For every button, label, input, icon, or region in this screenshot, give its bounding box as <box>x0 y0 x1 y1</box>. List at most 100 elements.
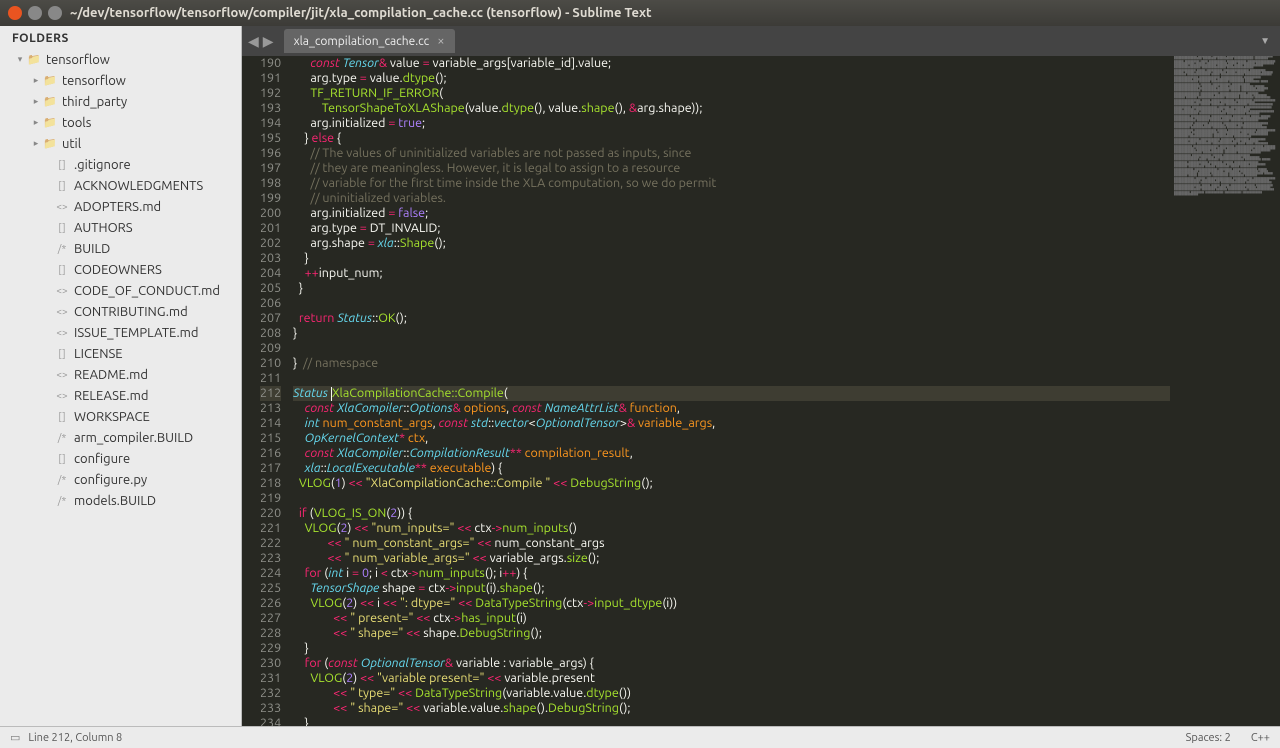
tree-label: RELEASE.md <box>74 389 148 403</box>
code-line[interactable]: arg.initialized = false; <box>293 206 1170 221</box>
file-item[interactable]: <>README.md <box>0 364 241 385</box>
file-item[interactable]: /*configure.py <box>0 469 241 490</box>
code-line[interactable]: } <box>293 326 1170 341</box>
file-icon: [] <box>54 410 70 424</box>
code-line[interactable]: } <box>293 641 1170 656</box>
file-item[interactable]: <>ISSUE_TEMPLATE.md <box>0 322 241 343</box>
nav-forward-icon[interactable]: ▶ <box>263 33 274 50</box>
code-line[interactable]: arg.initialized = true; <box>293 116 1170 131</box>
status-position[interactable]: Line 212, Column 8 <box>28 732 122 744</box>
tree-label: ISSUE_TEMPLATE.md <box>74 326 199 340</box>
code-line[interactable]: arg.type = DT_INVALID; <box>293 221 1170 236</box>
code-line[interactable] <box>293 491 1170 506</box>
tree-label: util <box>62 137 81 151</box>
code-line[interactable]: // variable for the first time inside th… <box>293 176 1170 191</box>
folder-item[interactable]: ▸third_party <box>0 91 241 112</box>
statusbar: ▭ Line 212, Column 8 Spaces: 2 C++ <box>0 726 1280 748</box>
code-line[interactable]: << " num_constant_args=" << num_constant… <box>293 536 1170 551</box>
file-item[interactable]: <>CODE_OF_CONDUCT.md <box>0 280 241 301</box>
code-line[interactable]: for (int i = 0; i < ctx->num_inputs(); i… <box>293 566 1170 581</box>
file-item[interactable]: []ACKNOWLEDGMENTS <box>0 175 241 196</box>
code-line[interactable]: VLOG(2) << "variable present=" << variab… <box>293 671 1170 686</box>
tree-label: configure <box>74 452 130 466</box>
tab-close-icon[interactable]: × <box>437 34 444 48</box>
folder-icon <box>26 53 42 67</box>
tree-label: ADOPTERS.md <box>74 200 161 214</box>
status-spaces[interactable]: Spaces: 2 <box>1186 732 1231 744</box>
nav-back-icon[interactable]: ◀ <box>248 33 259 50</box>
folder-item[interactable]: ▸ util <box>0 133 241 154</box>
code-line[interactable]: TensorShape shape = ctx->input(i).shape(… <box>293 581 1170 596</box>
file-icon: [] <box>54 158 70 172</box>
folder-item[interactable]: ▸tensorflow <box>0 70 241 91</box>
code-line[interactable]: // they are meaningless. However, it is … <box>293 161 1170 176</box>
panel-icon[interactable]: ▭ <box>10 731 20 744</box>
code-line[interactable]: VLOG(2) << i << ": dtype=" << DataTypeSt… <box>293 596 1170 611</box>
file-tab[interactable]: xla_compilation_cache.cc × <box>284 29 455 53</box>
code-line[interactable]: << " type=" << DataTypeString(variable.v… <box>293 686 1170 701</box>
disclosure-icon[interactable]: ▸ <box>30 117 42 128</box>
code-line[interactable]: } <box>293 281 1170 296</box>
code-line[interactable]: << " num_variable_args=" << variable_arg… <box>293 551 1170 566</box>
disclosure-icon[interactable]: ▸ <box>30 96 42 107</box>
code-line[interactable]: << " shape=" << shape.DebugString(); <box>293 626 1170 641</box>
file-item[interactable]: [].gitignore <box>0 154 241 175</box>
code-line[interactable]: } // namespace <box>293 356 1170 371</box>
file-item[interactable]: /*models.BUILD <box>0 490 241 511</box>
code-line[interactable]: VLOG(1) << "XlaCompilationCache::Compile… <box>293 476 1170 491</box>
code-line[interactable]: if (VLOG_IS_ON(2)) { <box>293 506 1170 521</box>
folder-item[interactable]: ▸tools <box>0 112 241 133</box>
file-item[interactable]: []LICENSE <box>0 343 241 364</box>
close-icon[interactable] <box>8 6 22 20</box>
file-item[interactable]: <>RELEASE.md <box>0 385 241 406</box>
disclosure-icon[interactable]: ▸ <box>30 138 42 149</box>
code-line[interactable] <box>293 341 1170 356</box>
tree-label: LICENSE <box>74 347 123 361</box>
file-item[interactable]: /*arm_compiler.BUILD <box>0 427 241 448</box>
file-item[interactable]: []AUTHORS <box>0 217 241 238</box>
code-line[interactable]: TF_RETURN_IF_ERROR( <box>293 86 1170 101</box>
code-line[interactable]: return Status::OK(); <box>293 311 1170 326</box>
tab-menu-icon[interactable]: ▼ <box>1260 35 1270 47</box>
code-body[interactable]: const Tensor& value = variable_args[vari… <box>293 56 1170 726</box>
maximize-icon[interactable] <box>48 6 62 20</box>
code-line[interactable]: // uninitialized variables. <box>293 191 1170 206</box>
file-item[interactable]: []configure <box>0 448 241 469</box>
code-line[interactable]: } <box>293 716 1170 726</box>
status-syntax[interactable]: C++ <box>1251 732 1270 744</box>
code-line[interactable]: int num_constant_args, const std::vector… <box>293 416 1170 431</box>
file-item[interactable]: []WORKSPACE <box>0 406 241 427</box>
code-line[interactable]: for (const OptionalTensor& variable : va… <box>293 656 1170 671</box>
file-item[interactable]: []CODEOWNERS <box>0 259 241 280</box>
code-line[interactable]: ++input_num; <box>293 266 1170 281</box>
code-line[interactable]: TensorShapeToXLAShape(value.dtype(), val… <box>293 101 1170 116</box>
code-line[interactable] <box>293 371 1170 386</box>
code-line[interactable]: xla::LocalExecutable** executable) { <box>293 461 1170 476</box>
code-line[interactable]: const XlaCompiler::Options& options, con… <box>293 401 1170 416</box>
disclosure-icon[interactable]: ▾ <box>14 54 26 65</box>
file-item[interactable]: <>ADOPTERS.md <box>0 196 241 217</box>
file-icon: <> <box>54 368 70 382</box>
code-line[interactable]: arg.type = value.dtype(); <box>293 71 1170 86</box>
minimize-icon[interactable] <box>28 6 42 20</box>
code-line[interactable]: Status XlaCompilationCache::Compile( <box>293 386 1170 401</box>
code-line[interactable]: << " present=" << ctx->has_input(i) <box>293 611 1170 626</box>
code-area[interactable]: 1901911921931941951961971981992002012022… <box>242 56 1280 726</box>
code-line[interactable] <box>293 296 1170 311</box>
file-item[interactable]: /*BUILD <box>0 238 241 259</box>
editor-pane: ◀ ▶ xla_compilation_cache.cc × ▼ 1901911… <box>242 26 1280 726</box>
code-line[interactable]: } <box>293 251 1170 266</box>
code-line[interactable]: VLOG(2) << "num_inputs=" << ctx->num_inp… <box>293 521 1170 536</box>
file-item[interactable]: <>CONTRIBUTING.md <box>0 301 241 322</box>
code-line[interactable]: OpKernelContext* ctx, <box>293 431 1170 446</box>
folder-item[interactable]: ▾tensorflow <box>0 49 241 70</box>
minimap[interactable]: ███████████████████ ███████████ ████████… <box>1170 56 1280 726</box>
sidebar: FOLDERS ▾tensorflow▸tensorflow▸third_par… <box>0 26 242 726</box>
code-line[interactable]: // The values of uninitialized variables… <box>293 146 1170 161</box>
code-line[interactable]: << " shape=" << variable.value.shape().D… <box>293 701 1170 716</box>
code-line[interactable]: } else { <box>293 131 1170 146</box>
disclosure-icon[interactable]: ▸ <box>30 75 42 86</box>
code-line[interactable]: arg.shape = xla::Shape(); <box>293 236 1170 251</box>
code-line[interactable]: const XlaCompiler::CompilationResult** c… <box>293 446 1170 461</box>
code-line[interactable]: const Tensor& value = variable_args[vari… <box>293 56 1170 71</box>
